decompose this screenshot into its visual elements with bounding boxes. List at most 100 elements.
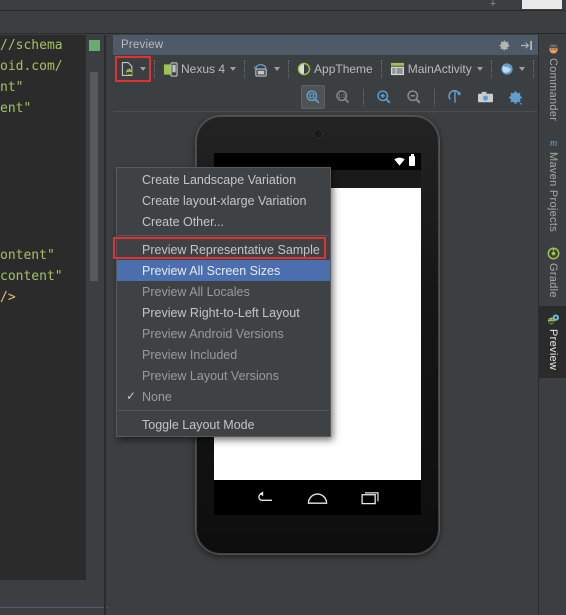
- device-selector[interactable]: Nexus 4: [160, 57, 239, 81]
- preview-variation-menu[interactable]: Create Landscape Variation Create layout-…: [116, 167, 331, 437]
- menu-item-label: Create Landscape Variation: [142, 172, 297, 187]
- config-variation-button[interactable]: [117, 57, 149, 81]
- window-top-strip: +: [0, 0, 566, 10]
- editor-status-marker[interactable]: [89, 40, 100, 51]
- menu-item[interactable]: Preview Layout Versions: [117, 365, 330, 386]
- tool-window-button-commander[interactable]: Commander: [539, 35, 566, 129]
- activity-label: MainActivity: [407, 62, 472, 76]
- toolbar-separator: [154, 60, 155, 78]
- plus-icon: +: [489, 0, 497, 10]
- preview-canvas[interactable]: Create Landscape Variation Create layout-…: [113, 112, 538, 615]
- menu-separator: [118, 235, 329, 236]
- menu-item-label: Preview All Locales: [142, 284, 250, 299]
- battery-icon: [409, 154, 415, 166]
- window-control-area: [522, 0, 562, 9]
- menu-item-label: Toggle Layout Mode: [142, 417, 255, 432]
- preview-icon: [546, 312, 560, 326]
- code-line: ent": [0, 101, 32, 116]
- screenshot-button[interactable]: [473, 85, 497, 109]
- locale-selector[interactable]: [497, 57, 528, 81]
- activity-selector[interactable]: MainActivity: [387, 57, 486, 81]
- preview-header: Preview: [113, 35, 538, 55]
- menu-item-label: Create Other...: [142, 214, 224, 229]
- tool-window-button-gradle[interactable]: Gradle: [539, 240, 566, 306]
- hide-panel-icon[interactable]: [518, 37, 534, 53]
- menu-item-label: Preview Included: [142, 347, 238, 362]
- home-button: [307, 492, 328, 504]
- chevron-down-icon: [518, 67, 525, 71]
- menu-item[interactable]: Create layout-xlarge Variation: [117, 190, 330, 211]
- menu-item[interactable]: Preview Included: [117, 344, 330, 365]
- refresh-button[interactable]: [443, 85, 467, 109]
- editor-scrollbar-thumb[interactable]: [90, 72, 98, 281]
- tool-window-label: Preview: [547, 329, 559, 371]
- toolbar-separator: [490, 60, 492, 78]
- preview-action-bar: 1:1: [113, 83, 538, 112]
- code-line: content": [0, 269, 63, 284]
- editor-lower-area: [0, 580, 108, 607]
- preview-title: Preview: [121, 39, 164, 51]
- zoom-in-button[interactable]: [372, 85, 396, 109]
- zoom-actual-size-button[interactable]: 1:1: [331, 85, 355, 109]
- preview-settings-button[interactable]: [503, 85, 527, 109]
- menu-item[interactable]: ✓ None: [117, 386, 330, 407]
- code-line: />: [0, 290, 16, 305]
- tool-window-label: Maven Projects: [547, 152, 559, 233]
- code-editor-panel: //schema oid.com/ nt" ent" ontent" conte…: [0, 35, 113, 615]
- code-text[interactable]: //schema oid.com/ nt" ent" ontent" conte…: [0, 35, 86, 308]
- editor-panel-splitter[interactable]: [104, 35, 106, 615]
- check-icon: ✓: [126, 389, 137, 403]
- menu-item-label: None: [142, 389, 172, 404]
- menu-item-label: Preview Layout Versions: [142, 368, 279, 383]
- zoom-to-fit-button[interactable]: [301, 85, 325, 109]
- tool-window-button-maven-projects[interactable]: m Maven Projects: [539, 129, 566, 240]
- menu-item[interactable]: Preview Right-to-Left Layout: [117, 302, 330, 323]
- recents-button: [361, 491, 379, 504]
- settings-gear-icon[interactable]: [496, 37, 512, 53]
- chevron-down-icon: [274, 67, 281, 71]
- preview-tool-window: Preview Nexus 4 AppTheme MainActivity 1:…: [113, 35, 546, 615]
- tool-window-label: Commander: [547, 58, 559, 122]
- preview-header-actions: [496, 35, 534, 55]
- chevron-down-icon: [140, 67, 146, 71]
- menu-item-label: Preview Right-to-Left Layout: [142, 305, 300, 320]
- window-secondary-strip: [0, 10, 566, 34]
- svg-text:m: m: [549, 138, 556, 149]
- preview-config-toolbar: Nexus 4 AppTheme MainActivity: [113, 55, 546, 83]
- commander-icon: [546, 41, 560, 55]
- theme-label: AppTheme: [314, 62, 373, 76]
- menu-item[interactable]: Toggle Layout Mode: [117, 414, 330, 435]
- menu-item[interactable]: Create Other...: [117, 211, 330, 232]
- toolbar-separator: [288, 60, 290, 78]
- status-bar-icons: [394, 154, 415, 166]
- code-line: oid.com/: [0, 59, 63, 74]
- menu-separator: [118, 410, 329, 411]
- menu-item[interactable]: Create Landscape Variation: [117, 169, 330, 190]
- code-line: nt": [0, 80, 24, 95]
- zoom-out-button[interactable]: [402, 85, 426, 109]
- toolbar-separator: [532, 60, 534, 78]
- menu-item[interactable]: Preview All Screen Sizes: [117, 260, 330, 281]
- menu-item-label: Preview Representative Sample: [142, 242, 320, 257]
- tool-window-button-preview[interactable]: Preview: [539, 306, 566, 379]
- menu-item[interactable]: Preview All Locales: [117, 281, 330, 302]
- menu-item[interactable]: Preview Representative Sample: [117, 239, 330, 260]
- chevron-down-icon: [476, 67, 483, 71]
- toolbar-separator: [380, 60, 382, 78]
- svg-text:1:1: 1:1: [338, 94, 345, 100]
- wifi-icon: [394, 157, 405, 166]
- right-tool-window-bar: Commander m Maven Projects Gradle Preview: [538, 35, 566, 615]
- gradle-icon: [546, 246, 560, 260]
- device-label: Nexus 4: [181, 62, 226, 76]
- theme-selector[interactable]: AppTheme: [294, 57, 376, 81]
- menu-item[interactable]: Preview Android Versions: [117, 323, 330, 344]
- android-nav-bar: [214, 480, 421, 515]
- code-line: ontent": [0, 248, 55, 263]
- maven-icon: m: [546, 135, 560, 149]
- orientation-selector[interactable]: [250, 57, 283, 81]
- menu-item-label: Preview All Screen Sizes: [142, 263, 281, 278]
- menu-item-label: Create layout-xlarge Variation: [142, 193, 307, 208]
- action-separator: [434, 88, 435, 106]
- editor-bottom-divider: [0, 607, 108, 608]
- toolbar-separator: [244, 60, 246, 78]
